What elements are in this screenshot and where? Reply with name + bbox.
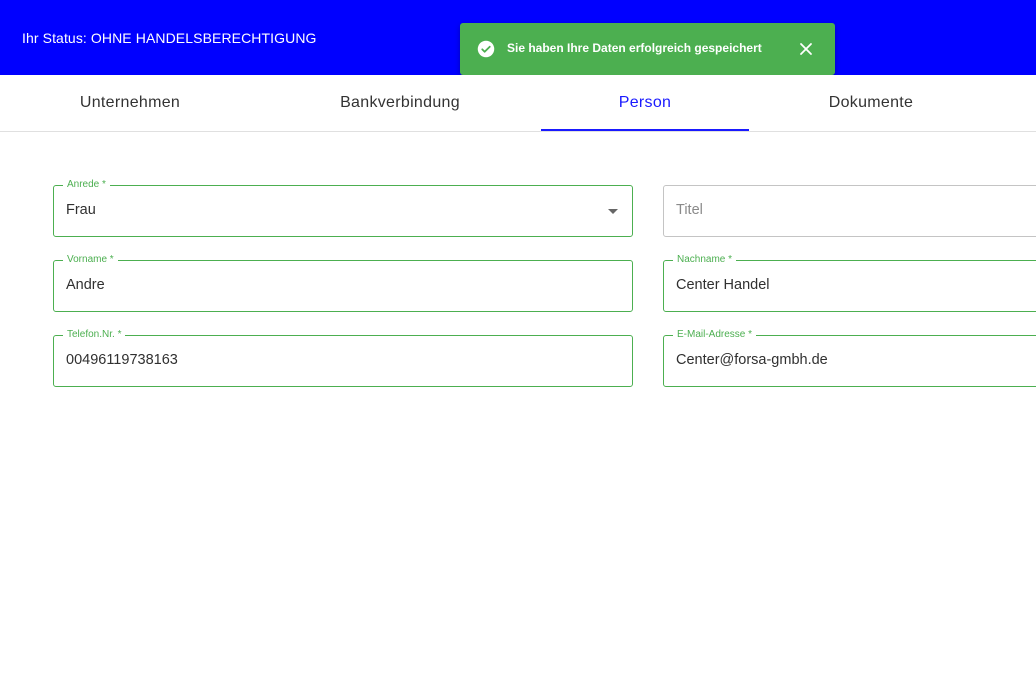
status-text: Ihr Status: OHNE HANDELSBERECHTIGUNG [22, 30, 317, 46]
email-label: E-Mail-Adresse * [673, 328, 757, 342]
titel-field[interactable]: Titel [663, 185, 1036, 237]
nachname-value: Center Handel [676, 277, 770, 293]
vorname-value: Andre [66, 277, 105, 293]
tab-dokumente[interactable]: Dokumente [767, 75, 975, 131]
titel-placeholder: Titel [676, 202, 703, 218]
anrede-select[interactable]: Anrede * Frau [53, 178, 633, 237]
tab-person[interactable]: Person [541, 75, 749, 131]
telefon-field[interactable]: Telefon.Nr. * 00496119738163 [53, 328, 633, 387]
close-icon[interactable] [798, 41, 814, 57]
anrede-label: Anrede * [63, 178, 110, 192]
vorname-field[interactable]: Vorname * Andre [53, 253, 633, 312]
nachname-label: Nachname * [673, 253, 737, 267]
check-circle-icon [477, 40, 495, 58]
toast-message: Sie haben Ihre Daten erfolgreich gespeic… [507, 41, 762, 55]
tab-bankverbindung[interactable]: Bankverbindung [296, 75, 504, 131]
telefon-label: Telefon.Nr. * [63, 328, 126, 342]
telefon-value: 00496119738163 [66, 352, 178, 368]
vorname-label: Vorname * [63, 253, 118, 267]
active-tab-indicator [541, 129, 749, 131]
email-field[interactable]: E-Mail-Adresse * Center@forsa-gmbh.de [663, 328, 1036, 387]
success-toast: Sie haben Ihre Daten erfolgreich gespeic… [460, 23, 835, 75]
tab-bar: Unternehmen Bankverbindung Person Dokume… [0, 75, 1036, 132]
tab-unternehmen[interactable]: Unternehmen [26, 75, 234, 131]
email-value: Center@forsa-gmbh.de [676, 352, 828, 368]
nachname-field[interactable]: Nachname * Center Handel [663, 253, 1036, 312]
anrede-value: Frau [66, 202, 96, 218]
dropdown-arrow-icon [608, 209, 618, 214]
